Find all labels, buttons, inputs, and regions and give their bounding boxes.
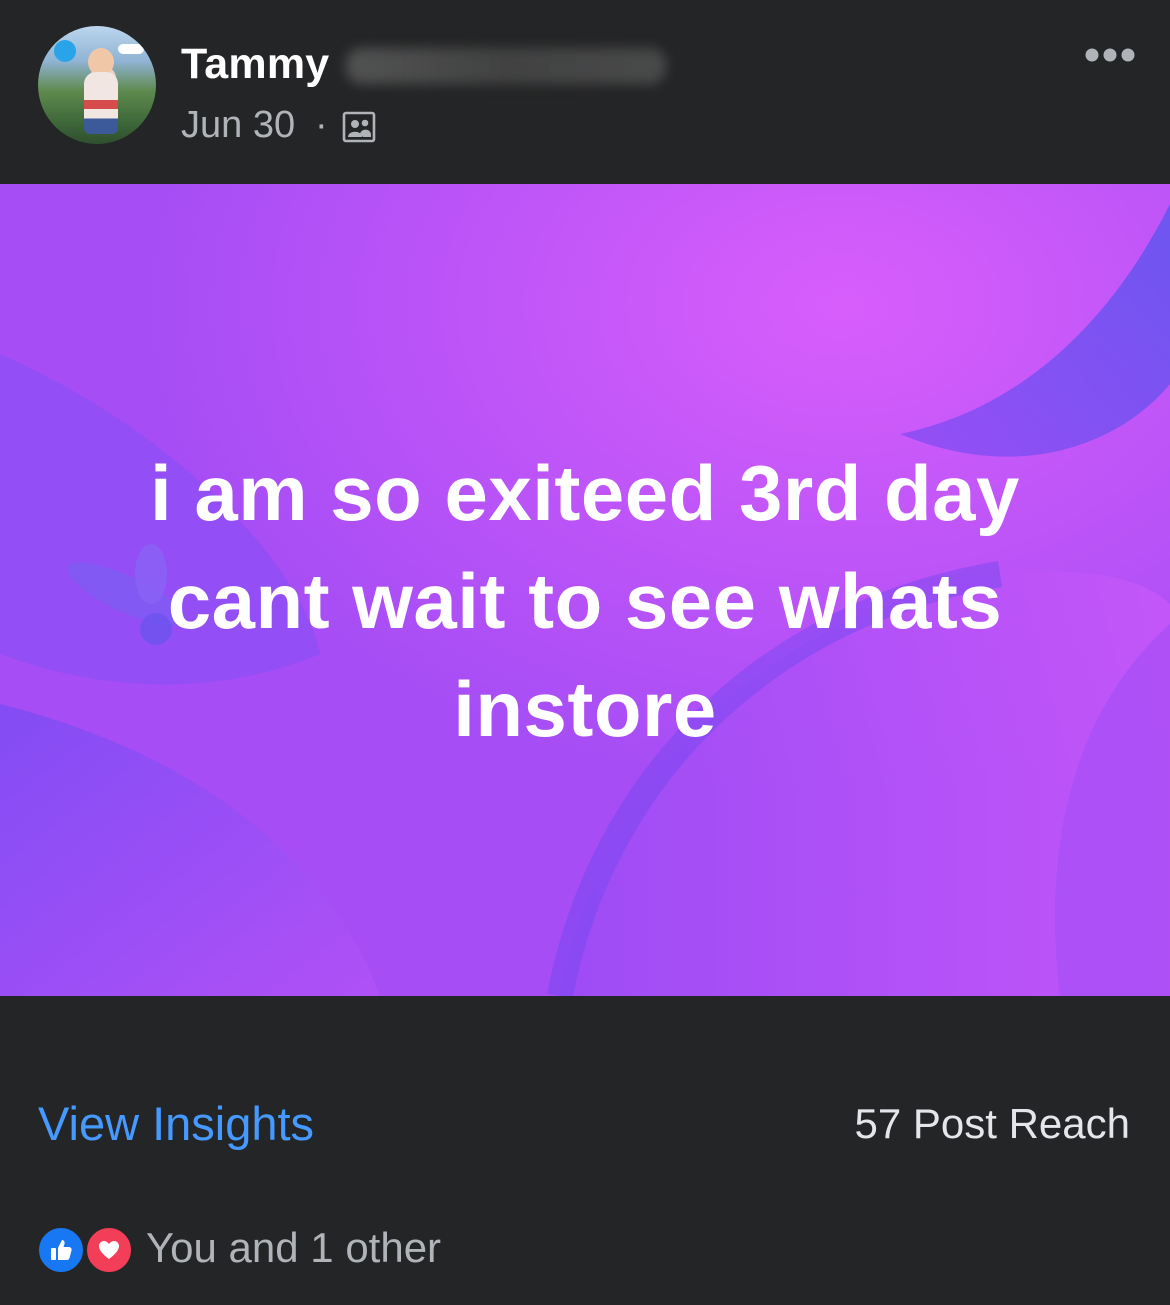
post-status-text: i am so exiteed 3rd day cant wait to see…: [150, 449, 1020, 753]
avatar-smiley-sticker: [54, 40, 76, 62]
post-background[interactable]: i am so exiteed 3rd day cant wait to see…: [0, 184, 1170, 996]
post-date[interactable]: Jun 30: [181, 104, 295, 147]
redacted-surname: [346, 48, 666, 84]
avatar-child-dress: [84, 72, 118, 134]
avatar-cloud-sticker: [118, 44, 144, 54]
author-name[interactable]: Tammy: [181, 40, 329, 89]
love-icon: [84, 1225, 134, 1275]
more-options-icon[interactable]: [1084, 44, 1136, 66]
view-insights-link[interactable]: View Insights: [38, 1096, 314, 1151]
reaction-summary[interactable]: You and 1 other: [146, 1224, 441, 1272]
facebook-post-card: Tammy Jun 30 · i am so exiteed 3rd day c…: [0, 0, 1170, 1305]
post-reach-count: 57 Post Reach: [854, 1100, 1130, 1147]
friends-icon[interactable]: [342, 110, 376, 144]
like-icon: [36, 1225, 86, 1275]
author-avatar[interactable]: [38, 26, 156, 144]
post-header: Tammy Jun 30 ·: [0, 0, 1170, 184]
date-separator: ·: [315, 104, 328, 146]
